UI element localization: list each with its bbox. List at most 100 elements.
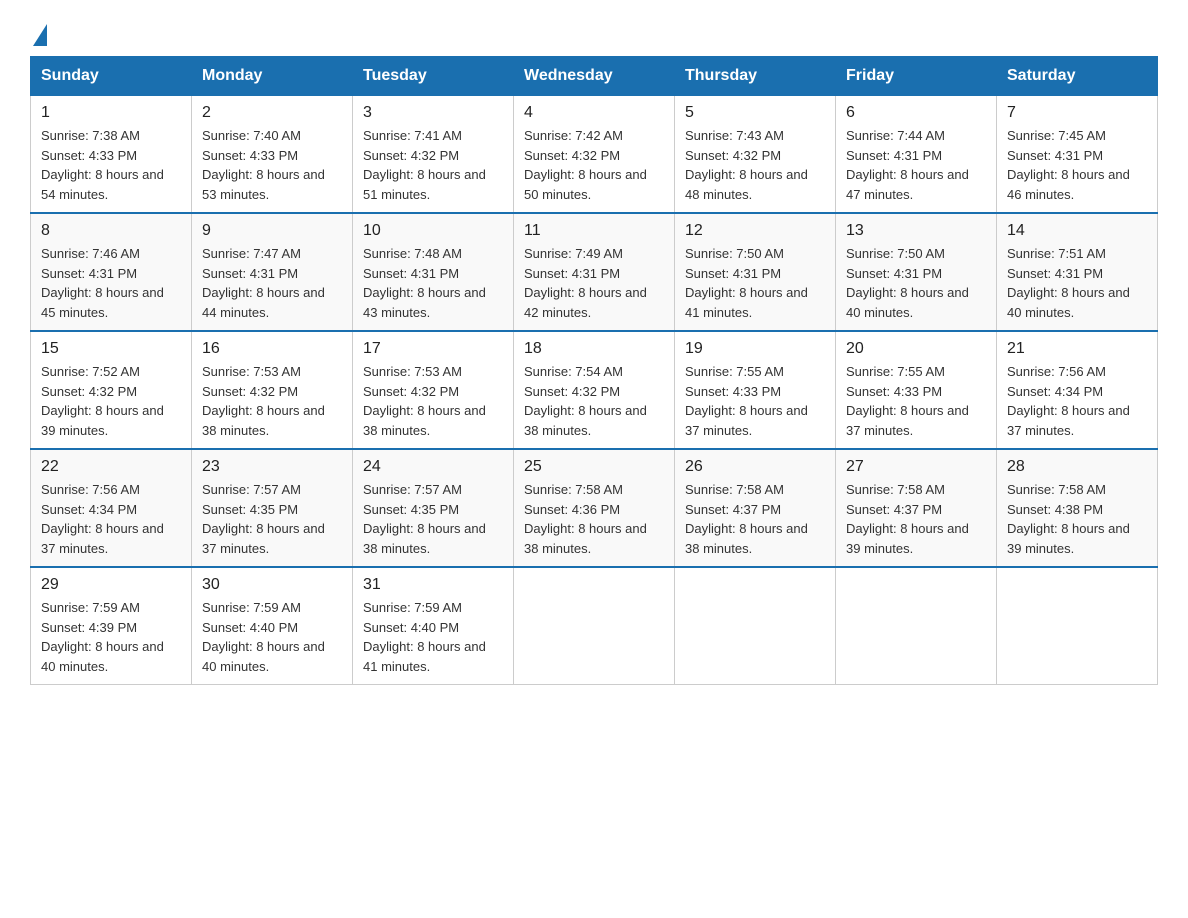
header-wednesday: Wednesday [514,57,675,96]
day-info: Sunrise: 7:52 AMSunset: 4:32 PMDaylight:… [41,362,181,440]
calendar-cell: 23 Sunrise: 7:57 AMSunset: 4:35 PMDayligh… [192,449,353,567]
day-number: 4 [524,104,664,122]
day-info: Sunrise: 7:53 AMSunset: 4:32 PMDaylight:… [363,362,503,440]
calendar-cell: 2 Sunrise: 7:40 AMSunset: 4:33 PMDaylight… [192,96,353,214]
calendar-cell: 20Sunrise: 7:55 AMSunset: 4:33 PMDayligh… [836,331,997,449]
logo [30,20,47,46]
calendar-cell: 4 Sunrise: 7:42 AMSunset: 4:32 PMDaylight… [514,96,675,214]
day-number: 20 [846,340,986,358]
day-info: Sunrise: 7:50 AMSunset: 4:31 PMDaylight:… [685,244,825,322]
day-info: Sunrise: 7:51 AMSunset: 4:31 PMDaylight:… [1007,244,1147,322]
day-info: Sunrise: 7:57 AMSunset: 4:35 PMDaylight:… [202,480,342,558]
day-number: 13 [846,222,986,240]
day-info: Sunrise: 7:57 AMSunset: 4:35 PMDaylight:… [363,480,503,558]
calendar-cell: 19 Sunrise: 7:55 AMSunset: 4:33 PMDayligh… [675,331,836,449]
calendar-cell: 22Sunrise: 7:56 AMSunset: 4:34 PMDayligh… [31,449,192,567]
day-number: 6 [846,104,986,122]
header [30,20,1158,46]
day-info: Sunrise: 7:47 AMSunset: 4:31 PMDaylight:… [202,244,342,322]
day-number: 22 [41,458,181,476]
calendar-cell [836,567,997,685]
calendar-cell: 25 Sunrise: 7:58 AMSunset: 4:36 PMDayligh… [514,449,675,567]
calendar-cell: 9 Sunrise: 7:47 AMSunset: 4:31 PMDaylight… [192,213,353,331]
calendar-cell: 14 Sunrise: 7:51 AMSunset: 4:31 PMDayligh… [997,213,1158,331]
header-tuesday: Tuesday [353,57,514,96]
day-number: 2 [202,104,342,122]
day-number: 18 [524,340,664,358]
calendar-week-row: 22Sunrise: 7:56 AMSunset: 4:34 PMDayligh… [31,449,1158,567]
calendar-cell: 11 Sunrise: 7:49 AMSunset: 4:31 PMDayligh… [514,213,675,331]
calendar-cell [514,567,675,685]
calendar-cell: 12 Sunrise: 7:50 AMSunset: 4:31 PMDayligh… [675,213,836,331]
calendar-cell [675,567,836,685]
day-number: 26 [685,458,825,476]
day-info: Sunrise: 7:55 AMSunset: 4:33 PMDaylight:… [685,362,825,440]
calendar-cell: 15Sunrise: 7:52 AMSunset: 4:32 PMDayligh… [31,331,192,449]
day-info: Sunrise: 7:44 AMSunset: 4:31 PMDaylight:… [846,126,986,204]
day-info: Sunrise: 7:49 AMSunset: 4:31 PMDaylight:… [524,244,664,322]
day-number: 19 [685,340,825,358]
header-sunday: Sunday [31,57,192,96]
day-number: 17 [363,340,503,358]
calendar-cell: 18 Sunrise: 7:54 AMSunset: 4:32 PMDayligh… [514,331,675,449]
day-info: Sunrise: 7:54 AMSunset: 4:32 PMDaylight:… [524,362,664,440]
day-info: Sunrise: 7:42 AMSunset: 4:32 PMDaylight:… [524,126,664,204]
calendar-cell: 13Sunrise: 7:50 AMSunset: 4:31 PMDayligh… [836,213,997,331]
calendar-cell: 24 Sunrise: 7:57 AMSunset: 4:35 PMDayligh… [353,449,514,567]
day-info: Sunrise: 7:56 AMSunset: 4:34 PMDaylight:… [1007,362,1147,440]
day-info: Sunrise: 7:48 AMSunset: 4:31 PMDaylight:… [363,244,503,322]
calendar-cell: 29Sunrise: 7:59 AMSunset: 4:39 PMDayligh… [31,567,192,685]
day-number: 24 [363,458,503,476]
calendar-week-row: 29Sunrise: 7:59 AMSunset: 4:39 PMDayligh… [31,567,1158,685]
calendar-cell: 1 Sunrise: 7:38 AMSunset: 4:33 PMDaylight… [31,96,192,214]
day-number: 16 [202,340,342,358]
day-number: 23 [202,458,342,476]
calendar-cell: 3Sunrise: 7:41 AMSunset: 4:32 PMDaylight… [353,96,514,214]
logo-triangle-icon [33,24,47,46]
calendar-week-row: 8 Sunrise: 7:46 AMSunset: 4:31 PMDaylight… [31,213,1158,331]
calendar-cell: 7Sunrise: 7:45 AMSunset: 4:31 PMDaylight… [997,96,1158,214]
header-saturday: Saturday [997,57,1158,96]
day-info: Sunrise: 7:40 AMSunset: 4:33 PMDaylight:… [202,126,342,204]
day-number: 21 [1007,340,1147,358]
header-friday: Friday [836,57,997,96]
day-info: Sunrise: 7:58 AMSunset: 4:38 PMDaylight:… [1007,480,1147,558]
day-number: 9 [202,222,342,240]
day-info: Sunrise: 7:58 AMSunset: 4:36 PMDaylight:… [524,480,664,558]
header-monday: Monday [192,57,353,96]
calendar-cell: 27 Sunrise: 7:58 AMSunset: 4:37 PMDayligh… [836,449,997,567]
calendar-cell: 6 Sunrise: 7:44 AMSunset: 4:31 PMDaylight… [836,96,997,214]
day-info: Sunrise: 7:59 AMSunset: 4:40 PMDaylight:… [202,598,342,676]
day-info: Sunrise: 7:53 AMSunset: 4:32 PMDaylight:… [202,362,342,440]
calendar-cell: 31Sunrise: 7:59 AMSunset: 4:40 PMDayligh… [353,567,514,685]
header-thursday: Thursday [675,57,836,96]
calendar-cell: 16 Sunrise: 7:53 AMSunset: 4:32 PMDayligh… [192,331,353,449]
day-info: Sunrise: 7:58 AMSunset: 4:37 PMDaylight:… [846,480,986,558]
calendar-cell: 26 Sunrise: 7:58 AMSunset: 4:37 PMDayligh… [675,449,836,567]
day-info: Sunrise: 7:38 AMSunset: 4:33 PMDaylight:… [41,126,181,204]
calendar-cell: 5 Sunrise: 7:43 AMSunset: 4:32 PMDaylight… [675,96,836,214]
day-info: Sunrise: 7:43 AMSunset: 4:32 PMDaylight:… [685,126,825,204]
day-number: 11 [524,222,664,240]
day-number: 1 [41,104,181,122]
day-number: 28 [1007,458,1147,476]
day-info: Sunrise: 7:59 AMSunset: 4:40 PMDaylight:… [363,598,503,676]
calendar-week-row: 15Sunrise: 7:52 AMSunset: 4:32 PMDayligh… [31,331,1158,449]
day-number: 27 [846,458,986,476]
day-info: Sunrise: 7:46 AMSunset: 4:31 PMDaylight:… [41,244,181,322]
calendar-cell: 28 Sunrise: 7:58 AMSunset: 4:38 PMDayligh… [997,449,1158,567]
day-number: 12 [685,222,825,240]
calendar-cell: 30 Sunrise: 7:59 AMSunset: 4:40 PMDayligh… [192,567,353,685]
day-number: 10 [363,222,503,240]
calendar-cell: 8 Sunrise: 7:46 AMSunset: 4:31 PMDaylight… [31,213,192,331]
day-number: 30 [202,576,342,594]
day-number: 14 [1007,222,1147,240]
day-number: 25 [524,458,664,476]
calendar-cell [997,567,1158,685]
day-info: Sunrise: 7:58 AMSunset: 4:37 PMDaylight:… [685,480,825,558]
day-info: Sunrise: 7:45 AMSunset: 4:31 PMDaylight:… [1007,126,1147,204]
day-number: 5 [685,104,825,122]
day-number: 29 [41,576,181,594]
day-number: 8 [41,222,181,240]
calendar-cell: 10 Sunrise: 7:48 AMSunset: 4:31 PMDayligh… [353,213,514,331]
